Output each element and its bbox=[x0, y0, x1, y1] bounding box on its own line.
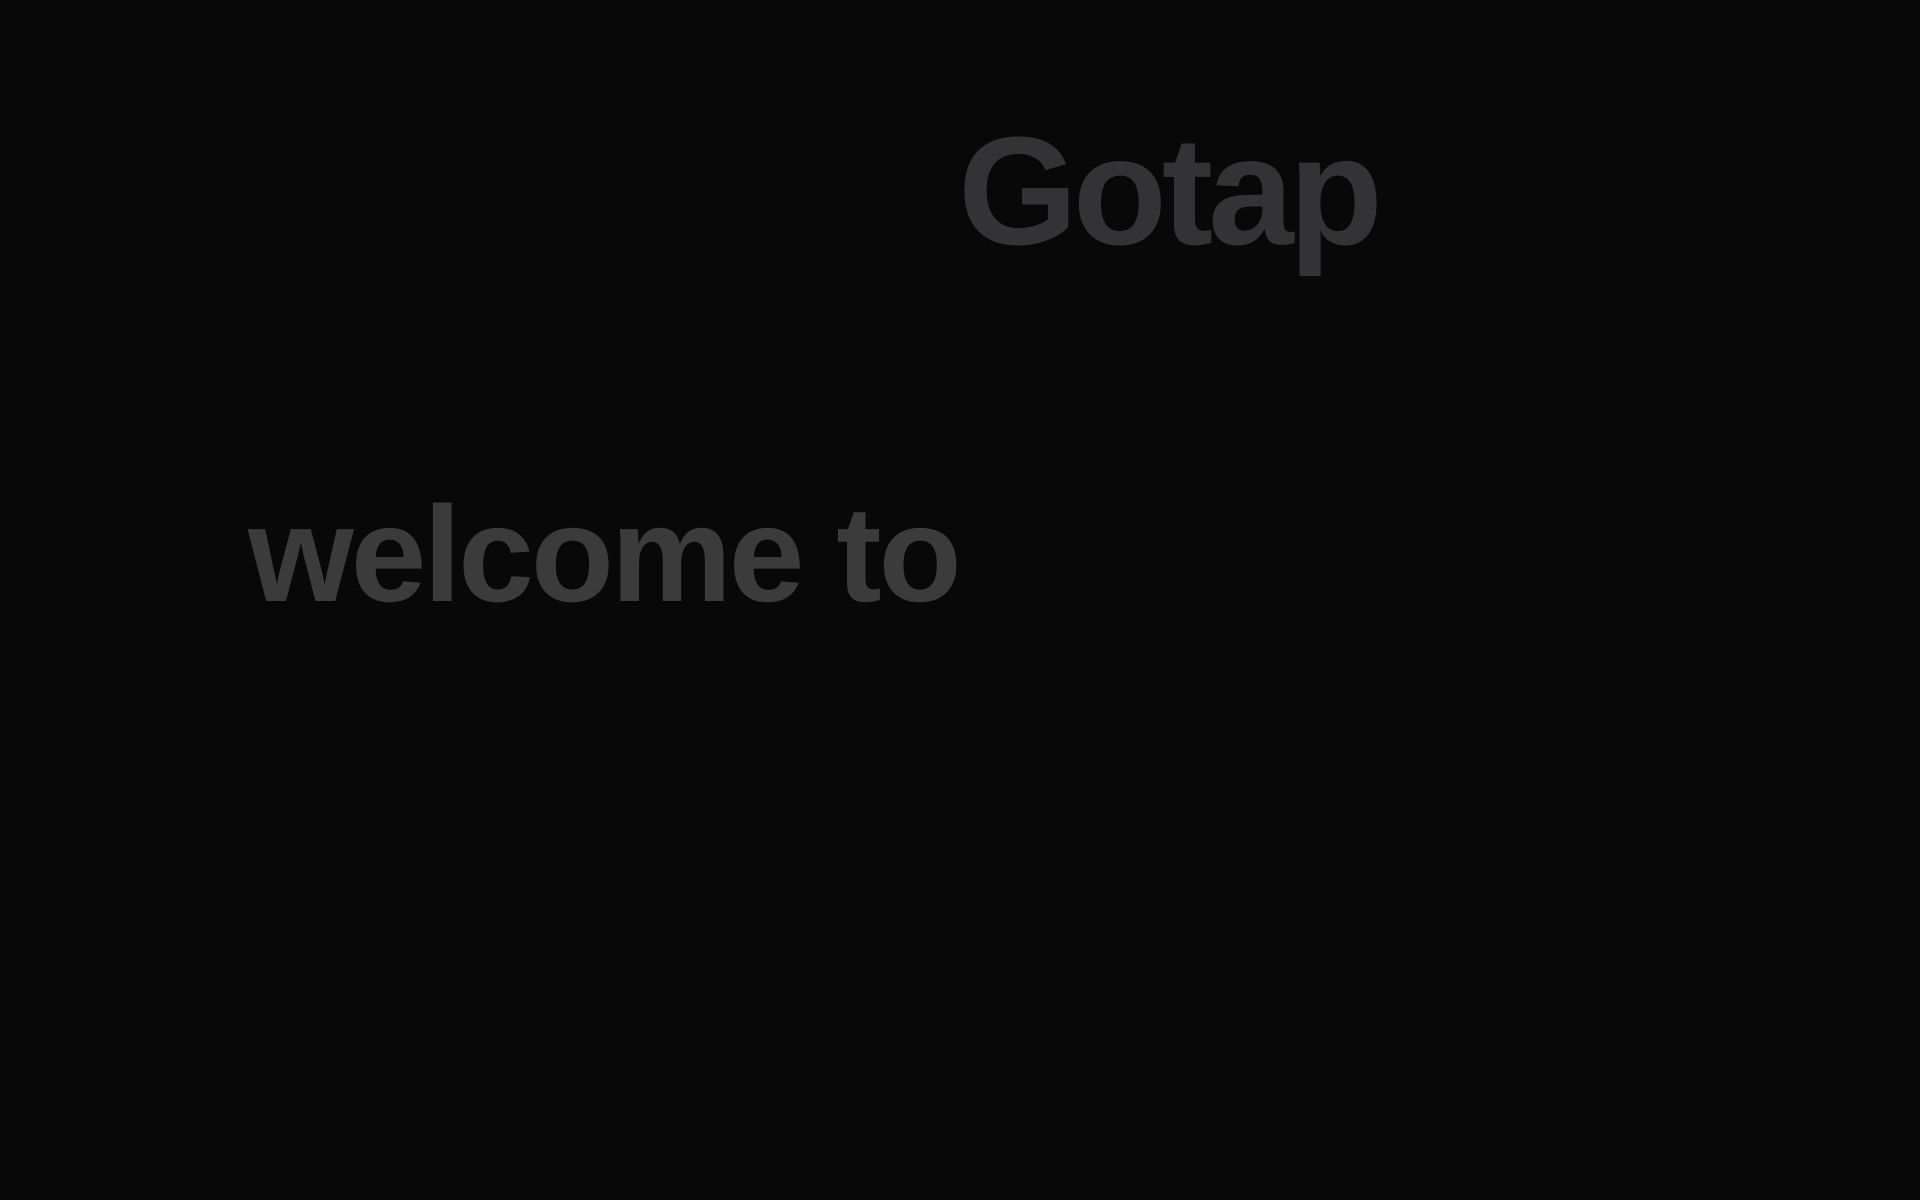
splash-screen: Gotap welcome to bbox=[0, 0, 1920, 1200]
brand-logo-text: Gotap bbox=[958, 105, 1383, 277]
welcome-heading: welcome to bbox=[248, 478, 962, 630]
